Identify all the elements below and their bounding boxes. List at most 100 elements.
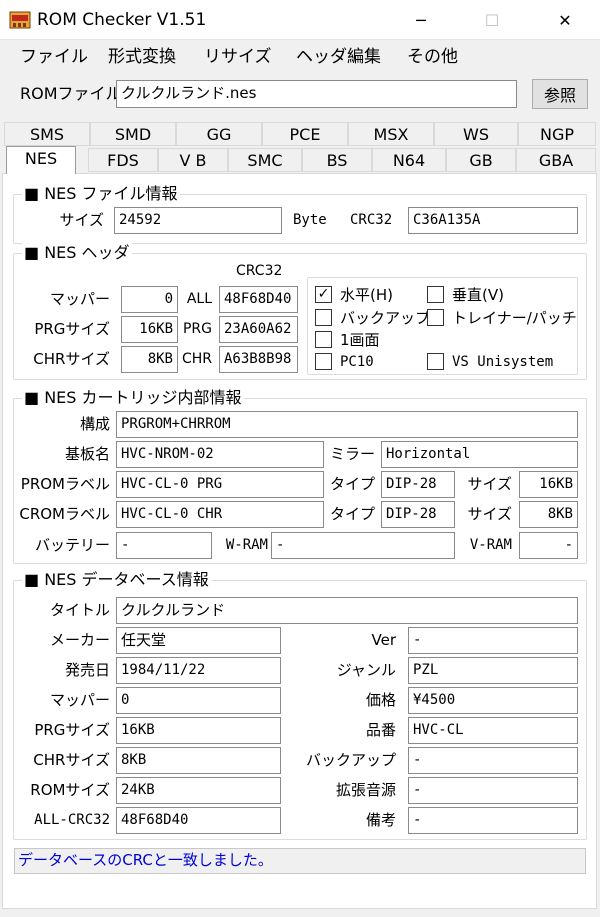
board-field[interactable]: HVC-NROM-02 (116, 441, 324, 468)
db-prg-field[interactable]: 16KB (116, 717, 281, 744)
tab-ws[interactable]: WS (434, 122, 518, 146)
header-all-crc-field[interactable]: 48F68D40 (219, 286, 298, 313)
tab-pce[interactable]: PCE (262, 122, 348, 146)
title-bar[interactable]: ROM Checker V1.51 ─ ☐ ✕ (0, 0, 600, 40)
header-all-label: ALL (186, 291, 212, 307)
db-backup-field[interactable]: - (408, 747, 578, 774)
tab-nes[interactable]: NES (6, 146, 76, 174)
prom-type-field[interactable]: DIP-28 (381, 471, 455, 498)
byte-unit-label: Byte (293, 212, 327, 228)
db-mapper-field[interactable]: 0 (116, 687, 281, 714)
genre-field[interactable]: PZL (408, 657, 578, 684)
trainer-checkbox[interactable] (427, 309, 444, 326)
tab-gb[interactable]: GB (446, 148, 516, 172)
file-crc-field[interactable]: C36A135A (408, 207, 578, 234)
price-field[interactable]: ¥4500 (408, 687, 578, 714)
pc10-checkbox[interactable] (315, 353, 332, 370)
menu-header-edit[interactable]: ヘッダ編集 (296, 44, 381, 70)
db-title-label: タイトル (49, 601, 110, 619)
header-chr-crc-label: CHR (181, 351, 212, 367)
release-date-field[interactable]: 1984/11/22 (116, 657, 281, 684)
board-label: 基板名 (64, 445, 110, 463)
file-size-field[interactable]: 24592 (114, 207, 282, 234)
rom-app-icon (9, 11, 31, 29)
db-backup-label: バックアップ (305, 751, 396, 769)
crom-label: CROMラベル (19, 505, 110, 523)
tab-smd[interactable]: SMD (90, 122, 176, 146)
config-field[interactable]: PRGROM+CHRROM (116, 411, 578, 438)
battery-field[interactable]: - (116, 532, 212, 559)
file-crc-label: CRC32 (350, 212, 393, 228)
vs-unisystem-label: VS Unisystem (452, 354, 554, 370)
header-chr-label: CHRサイズ (33, 350, 110, 368)
note-label: 備考 (365, 811, 396, 829)
rom-file-input[interactable]: クルクルランド.nes (116, 80, 517, 108)
header-prg-crc-label: PRG (182, 321, 212, 337)
cartridge-title: ■ NES カートリッジ内部情報 (22, 388, 244, 408)
rom-size-field[interactable]: 24KB (116, 777, 281, 804)
rom-size-label: ROMサイズ (30, 781, 110, 799)
pc10-label: PC10 (340, 354, 374, 370)
tab-bs[interactable]: BS (302, 148, 372, 172)
ver-field[interactable]: - (408, 627, 578, 654)
prom-field[interactable]: HVC-CL-0 PRG (116, 471, 324, 498)
tab-n64[interactable]: N64 (372, 148, 446, 172)
header-prg-crc-field[interactable]: 23A60A62 (219, 316, 298, 343)
db-prg-label: PRGサイズ (34, 721, 110, 739)
header-crc-column-label: CRC32 (236, 263, 283, 279)
tab-vb[interactable]: V B (158, 148, 228, 172)
menu-other[interactable]: その他 (407, 44, 458, 70)
menu-convert[interactable]: 形式変換 (108, 44, 176, 70)
db-mapper-label: マッパー (49, 691, 110, 709)
tab-ngp[interactable]: NGP (518, 122, 596, 146)
header-title: ■ NES ヘッダ (22, 243, 132, 263)
note-field[interactable]: - (408, 807, 578, 834)
vram-label: V-RAM (469, 537, 512, 553)
header-prg-field[interactable]: 16KB (121, 316, 178, 343)
file-size-label: サイズ (59, 211, 104, 229)
vs-unisystem-checkbox[interactable] (427, 353, 444, 370)
crom-size-field[interactable]: 8KB (519, 501, 578, 528)
crom-field[interactable]: HVC-CL-0 CHR (116, 501, 324, 528)
status-message: データベースのCRCと一致しました。 (14, 848, 586, 874)
database-title: ■ NES データベース情報 (22, 570, 211, 590)
vram-field[interactable]: - (519, 532, 578, 559)
crom-type-field[interactable]: DIP-28 (381, 501, 455, 528)
menu-file[interactable]: ファイル (20, 44, 88, 70)
tab-msx[interactable]: MSX (348, 122, 434, 146)
vertical-checkbox[interactable] (427, 286, 444, 303)
ext-sound-field[interactable]: - (408, 777, 578, 804)
prom-size-field[interactable]: 16KB (519, 471, 578, 498)
header-mapper-label: マッパー (49, 290, 110, 308)
header-chr-crc-field[interactable]: A63B8B98 (219, 346, 298, 373)
header-chr-field[interactable]: 8KB (121, 346, 178, 373)
tab-sms[interactable]: SMS (4, 122, 90, 146)
wram-field[interactable]: - (271, 532, 455, 559)
prom-type-label: タイプ (329, 475, 375, 493)
all-crc-field[interactable]: 48F68D40 (116, 807, 281, 834)
maker-label: メーカー (49, 631, 110, 649)
price-label: 価格 (365, 691, 396, 709)
tab-gba[interactable]: GBA (516, 148, 596, 172)
product-code-field[interactable]: HVC-CL (408, 717, 578, 744)
horizontal-checkbox[interactable]: ✓ (315, 286, 332, 303)
config-label: 構成 (79, 415, 110, 433)
maximize-button[interactable]: ☐ (469, 0, 515, 40)
one-screen-checkbox[interactable] (315, 331, 332, 348)
crom-size-label: サイズ (467, 505, 512, 523)
tab-fds[interactable]: FDS (88, 148, 158, 172)
menu-resize[interactable]: リサイズ (204, 44, 272, 70)
db-chr-field[interactable]: 8KB (116, 747, 281, 774)
minimize-button[interactable]: ─ (398, 0, 444, 40)
tab-smc[interactable]: SMC (228, 148, 302, 172)
db-title-field[interactable]: クルクルランド (116, 597, 578, 624)
close-button[interactable]: ✕ (542, 0, 588, 40)
backup-checkbox[interactable] (315, 309, 332, 326)
db-chr-label: CHRサイズ (33, 751, 110, 769)
header-mapper-field[interactable]: 0 (121, 286, 178, 313)
maker-field[interactable]: 任天堂 (116, 627, 281, 654)
browse-button[interactable]: 参照 (532, 79, 588, 109)
wram-label: W-RAM (225, 537, 268, 553)
mirror-field[interactable]: Horizontal (381, 441, 578, 468)
tab-gg[interactable]: GG (176, 122, 262, 146)
